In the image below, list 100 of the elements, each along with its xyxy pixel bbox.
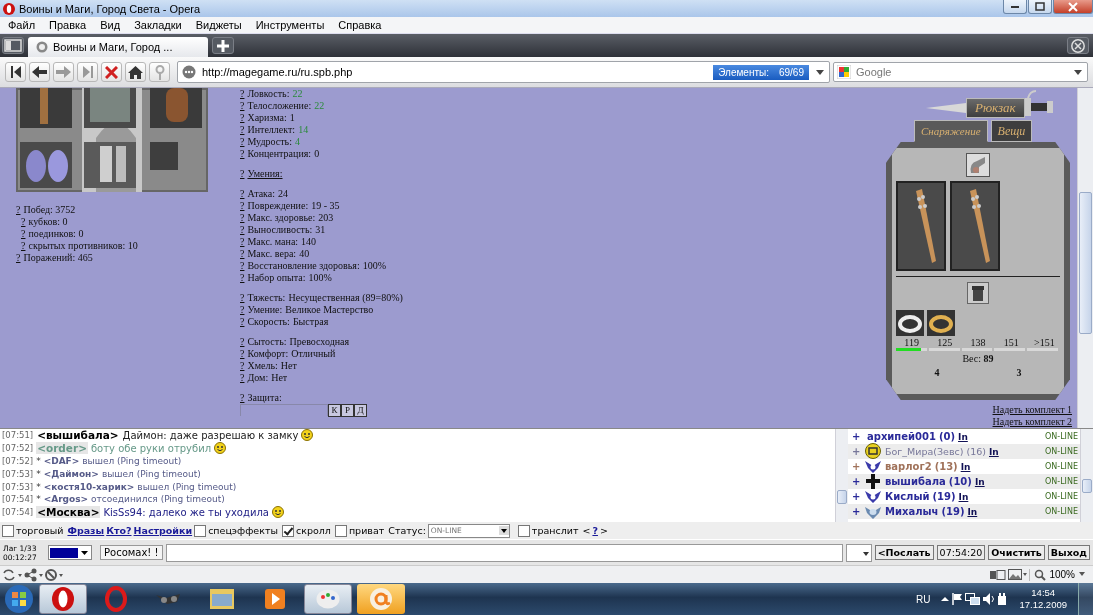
- info-link[interactable]: In: [989, 446, 999, 457]
- info-link[interactable]: In: [967, 506, 978, 517]
- link[interactable]: Настройки: [133, 525, 193, 536]
- help-link[interactable]: ?: [592, 525, 598, 536]
- browser-tab[interactable]: Воины и Маги, Город ...: [28, 37, 208, 57]
- user-nick[interactable]: <DAF>: [43, 456, 80, 466]
- add-user-button[interactable]: +: [852, 476, 861, 487]
- section-link[interactable]: Умения:: [247, 168, 283, 180]
- user-name[interactable]: варлог2: [885, 461, 932, 472]
- color-picker[interactable]: [48, 545, 92, 560]
- tab[interactable]: Вещи: [990, 120, 1033, 142]
- help-link[interactable]: ?: [21, 228, 26, 240]
- help-link[interactable]: ?: [240, 212, 245, 224]
- block-button[interactable]: [45, 568, 63, 581]
- help-link[interactable]: ?: [21, 216, 26, 228]
- add-user-button[interactable]: +: [852, 461, 861, 472]
- clock-date[interactable]: 17.12.2009: [1019, 599, 1067, 611]
- zoom-control[interactable]: 100%: [1029, 568, 1090, 581]
- tab[interactable]: Снаряжение: [914, 120, 988, 142]
- back-button[interactable]: [29, 62, 50, 82]
- help-link[interactable]: ?: [240, 248, 245, 260]
- tray-expand-icon[interactable]: [941, 597, 950, 601]
- help-link[interactable]: ?: [240, 88, 245, 100]
- help-link[interactable]: ?: [21, 240, 26, 252]
- info-link[interactable]: In: [974, 476, 985, 487]
- help-link[interactable]: ?: [16, 252, 21, 264]
- help-link[interactable]: ?: [240, 100, 245, 112]
- help-link[interactable]: ?: [240, 304, 245, 316]
- user-nick[interactable]: <костя10-харик>: [43, 481, 135, 492]
- start-button[interactable]: [4, 584, 34, 614]
- menu-item[interactable]: Инструменты: [249, 19, 333, 31]
- history-dropdown[interactable]: [845, 543, 872, 562]
- clock-time[interactable]: 14:54: [1031, 587, 1056, 599]
- add-user-button[interactable]: +: [852, 431, 861, 442]
- send-button[interactable]: <Послать: [874, 545, 934, 560]
- help-link[interactable]: ?: [240, 188, 245, 200]
- checkbox[interactable]: [281, 524, 294, 537]
- user-nick[interactable]: <Argos>: [43, 494, 89, 505]
- checkbox[interactable]: [2, 524, 14, 537]
- user-name[interactable]: архипей001: [867, 431, 936, 442]
- checkbox[interactable]: [194, 524, 207, 537]
- checkbox[interactable]: [334, 524, 347, 537]
- menu-item[interactable]: Закладки: [128, 19, 190, 31]
- info-link[interactable]: In: [958, 491, 969, 502]
- power-icon[interactable]: [998, 593, 1007, 605]
- home-button[interactable]: [125, 62, 146, 82]
- stop-button[interactable]: [101, 62, 122, 82]
- close-button[interactable]: [1053, 0, 1093, 14]
- exit-button[interactable]: Выход: [1047, 545, 1090, 560]
- add-user-button[interactable]: +: [852, 446, 861, 457]
- help-link[interactable]: ?: [240, 372, 245, 384]
- menu-item[interactable]: Файл: [2, 19, 44, 31]
- user-name[interactable]: Кислый: [885, 491, 930, 502]
- minimize-button[interactable]: [1003, 0, 1027, 14]
- sync-button[interactable]: [3, 568, 22, 581]
- share-button[interactable]: [24, 567, 43, 582]
- info-link[interactable]: In: [960, 461, 971, 472]
- set-link[interactable]: Надеть комплект 2: [992, 416, 1072, 428]
- help-link[interactable]: ?: [240, 316, 245, 328]
- help-link[interactable]: ?: [240, 136, 245, 148]
- menu-item[interactable]: Правка: [43, 19, 95, 31]
- new-tab-button[interactable]: [212, 37, 234, 54]
- scrollbar[interactable]: [1080, 429, 1093, 522]
- menu-item[interactable]: Справка: [332, 19, 390, 31]
- user-name[interactable]: Михалыч: [885, 506, 939, 517]
- scrollbar[interactable]: [1077, 88, 1093, 428]
- help-link[interactable]: ?: [240, 336, 245, 348]
- help-link[interactable]: ?: [240, 236, 245, 248]
- language-indicator[interactable]: RU: [916, 593, 931, 605]
- help-link[interactable]: ?: [240, 224, 245, 236]
- help-link[interactable]: ?: [240, 272, 245, 284]
- help-link[interactable]: ?: [240, 348, 245, 360]
- panel-toggle-button[interactable]: [2, 37, 24, 54]
- add-user-button[interactable]: +: [852, 506, 861, 517]
- clear-button[interactable]: Очистить: [988, 545, 1045, 560]
- show-desktop-button[interactable]: [1078, 583, 1093, 615]
- user-name[interactable]: вышибала: [885, 476, 946, 487]
- set-link[interactable]: Надеть комплект 1: [992, 404, 1072, 416]
- image-button[interactable]: [1008, 569, 1028, 580]
- first-page-button[interactable]: [5, 62, 26, 82]
- help-link[interactable]: ?: [240, 112, 245, 124]
- user-nick[interactable]: <вышибала>: [36, 429, 120, 442]
- checkbox[interactable]: [517, 524, 530, 537]
- link[interactable]: Кто?: [106, 525, 132, 536]
- network-icon[interactable]: [965, 593, 981, 605]
- flag-icon[interactable]: [952, 593, 963, 605]
- panel-button[interactable]: [990, 569, 1007, 580]
- closed-tabs-button[interactable]: [1067, 37, 1089, 54]
- toggle-button[interactable]: К: [328, 404, 341, 417]
- message-field[interactable]: [165, 543, 843, 562]
- help-link[interactable]: ?: [16, 204, 21, 216]
- link[interactable]: Фразы: [67, 525, 105, 536]
- user-nick[interactable]: <Москва>: [36, 506, 101, 519]
- last-page-button[interactable]: [77, 62, 98, 82]
- menu-item[interactable]: Вид: [94, 19, 129, 31]
- add-user-button[interactable]: +: [852, 491, 861, 502]
- help-link[interactable]: ?: [240, 148, 245, 160]
- toggle-button[interactable]: Р: [341, 404, 354, 417]
- info-link[interactable]: In: [958, 431, 968, 442]
- help-link[interactable]: ?: [240, 124, 245, 136]
